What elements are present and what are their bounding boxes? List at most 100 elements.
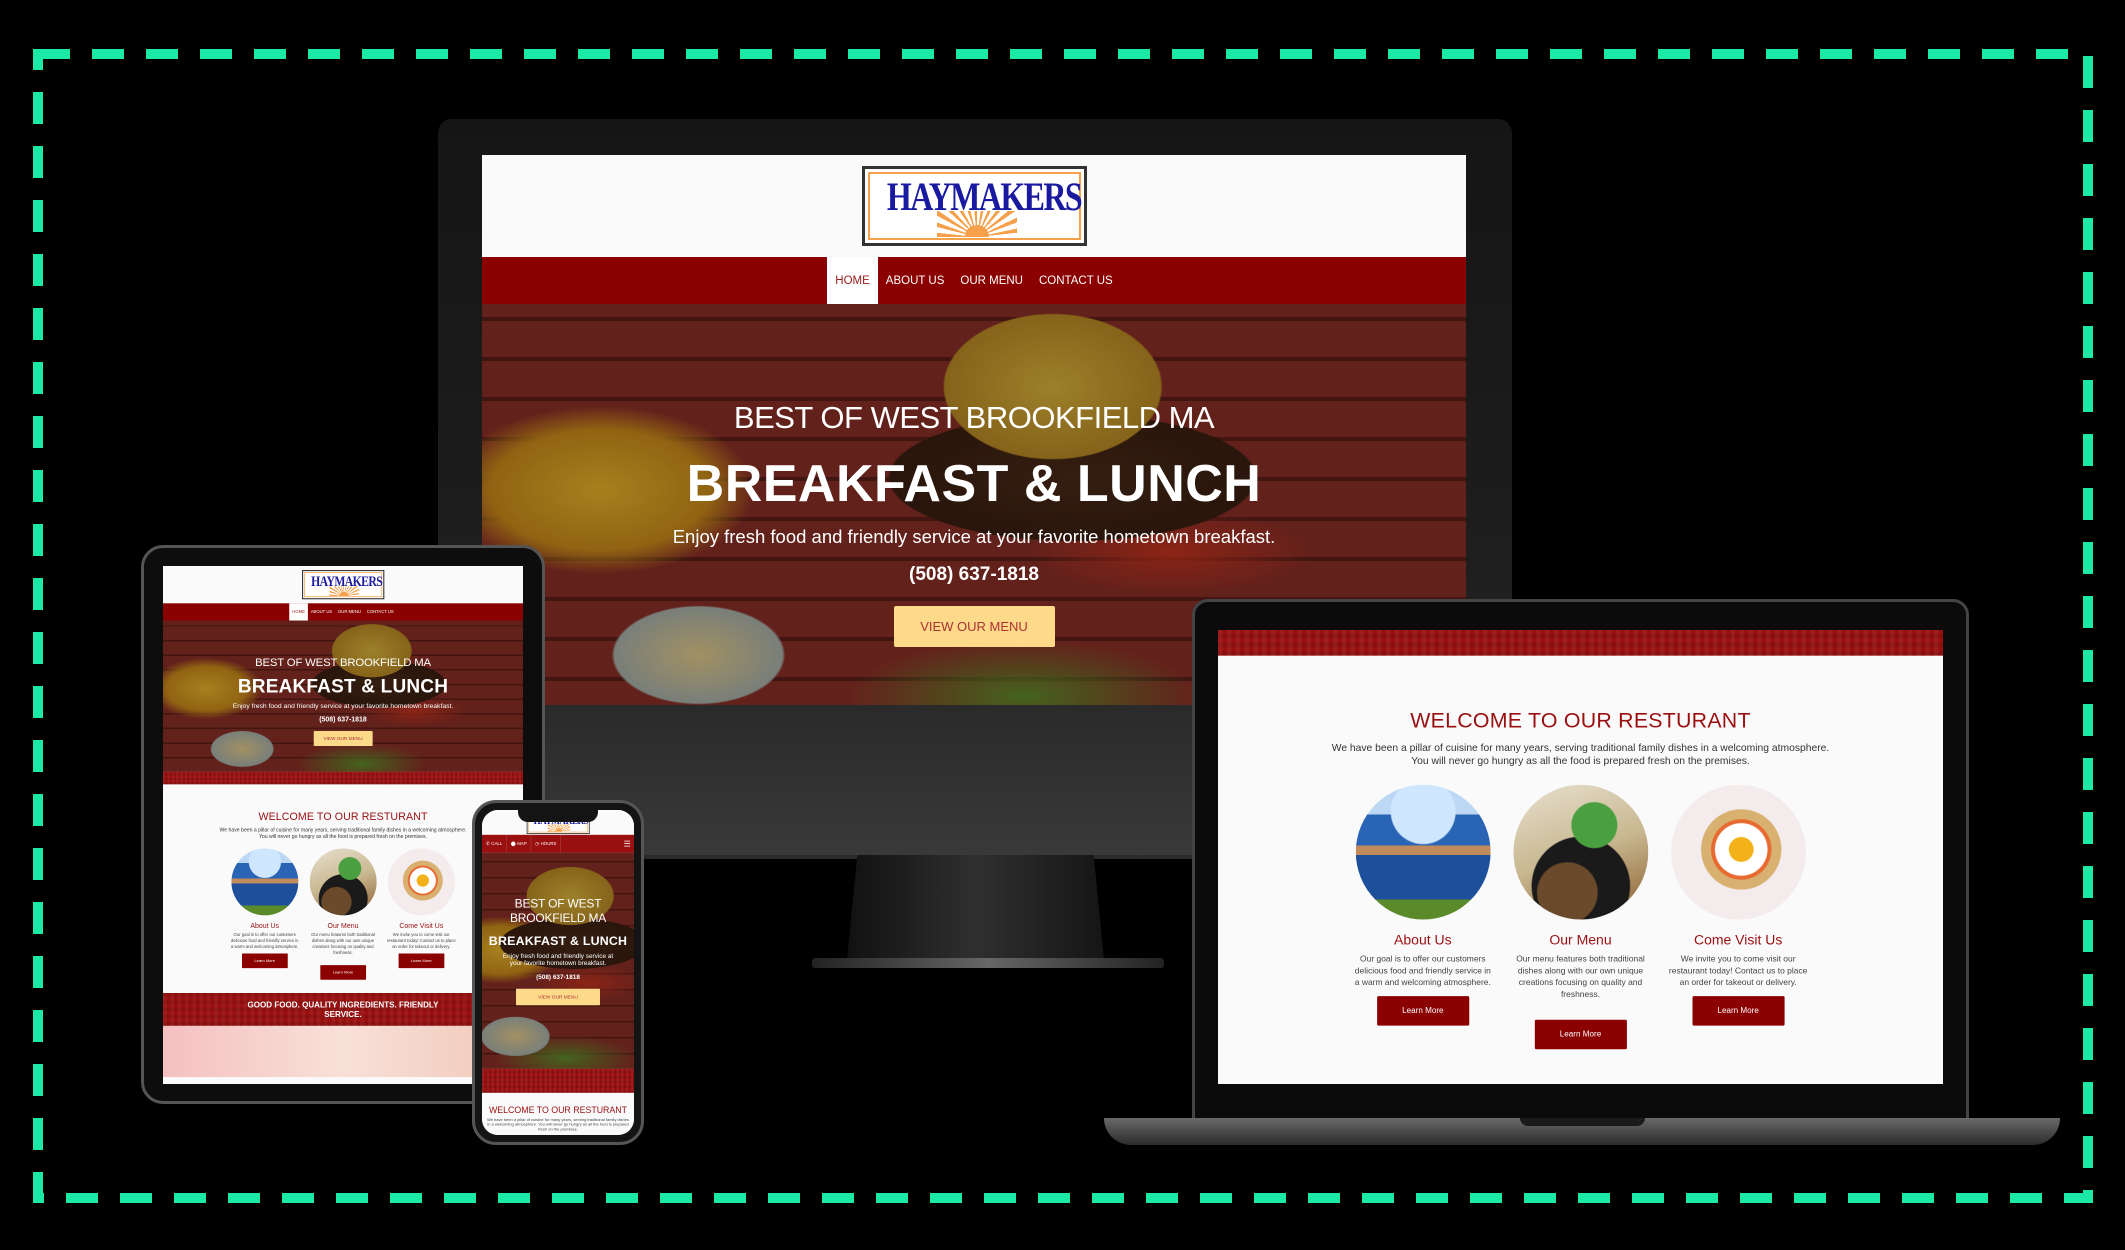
card-text: Our goal is to offer our customers delic… [1354, 954, 1491, 988]
site-header: HAYMAKERS [482, 155, 1466, 257]
card-come-visit-us: Come Visit Us We invite you to come visi… [387, 848, 457, 979]
mobile-action-bar: ✆ CALL ⬤ MAP ◷ HOURS ☰ [482, 834, 634, 853]
welcome-intro: We have been a pillar of cuisine for man… [219, 826, 467, 840]
sunburst-icon [547, 824, 570, 832]
card-text: We invite you to come visit our restaura… [386, 932, 456, 950]
welcome-title: WELCOME TO OUR RESTURANT [488, 1104, 628, 1115]
view-menu-button[interactable]: VIEW OUR MENU [893, 606, 1055, 647]
sunburst-icon [936, 211, 1017, 237]
restaurant-photo [231, 848, 299, 916]
hero-title: BREAKFAST & LUNCH [686, 455, 1262, 513]
map-pin-icon: ⬤ [510, 841, 516, 847]
monitor-stand-base [812, 958, 1164, 968]
card-about-us: About Us Our goal is to offer our custom… [230, 848, 300, 979]
card-text: Our menu features both traditional dishe… [311, 932, 375, 955]
learn-more-button[interactable]: Learn More [398, 953, 445, 969]
sunburst-icon [329, 586, 359, 596]
egg-toast-photo [387, 848, 455, 916]
desktop-website: WELCOME TO OUR RESTURANT We have been a … [1218, 630, 1943, 1076]
nav-our-menu[interactable]: OUR MENU [335, 603, 364, 620]
phone-icon: ✆ [486, 841, 490, 847]
card-title: About Us [1394, 932, 1452, 949]
welcome-intro: We have been a pillar of cuisine for man… [487, 1117, 629, 1132]
tablet-screen: HAYMAKERS HOME ABOUT US OUR MENU CONTACT… [163, 566, 523, 1084]
hours-label: HOURS [540, 841, 557, 847]
restaurant-photo [1355, 784, 1491, 920]
nav-home[interactable]: HOME [289, 603, 308, 621]
hero-kicker: BEST OF WEST BROOKFIELD MA [733, 400, 1215, 435]
hero-subtitle: Enjoy fresh food and friendly service at… [502, 952, 614, 967]
nav-our-menu[interactable]: OUR MENU [952, 257, 1031, 304]
phone-notch [518, 808, 598, 822]
view-menu-button[interactable]: VIEW OUR MENU [313, 731, 373, 746]
call-action[interactable]: ✆ CALL [482, 834, 507, 853]
nav-contact-us[interactable]: CONTACT US [364, 603, 397, 620]
call-label: CALL [491, 841, 503, 847]
learn-more-button[interactable]: Learn More [241, 953, 288, 969]
hero-section: BEST OF WEST BROOKFIELD MA BREAKFAST & L… [163, 620, 523, 772]
card-title: Our Menu [1549, 932, 1612, 949]
tagline-band: GOOD FOOD. QUALITY INGREDIENTS. FRIENDLY… [163, 993, 523, 1026]
hero-kicker: BEST OF WEST BROOKFIELD MA [255, 655, 431, 669]
egg-toast-photo [1670, 784, 1806, 920]
footer-image [163, 1025, 523, 1078]
desktop-website: HAYMAKERS HOME ABOUT US OUR MENU CONTACT… [163, 566, 523, 1078]
mobile-hero: BEST OF WEST BROOKFIELD MA BREAKFAST & L… [482, 852, 634, 1069]
feature-cards: About Us Our goal is to offer our custom… [1218, 784, 1943, 1050]
mobile-welcome: WELCOME TO OUR RESTURANT We have been a … [482, 1093, 634, 1135]
learn-more-button[interactable]: Learn More [320, 965, 366, 980]
map-action[interactable]: ⬤ MAP [507, 834, 532, 853]
hero-phone[interactable]: (508) 637-1818 [482, 974, 634, 981]
device-mockup-showcase: HAYMAKERS HOME ABOUT US OUR MENU CONTACT… [0, 0, 2125, 1250]
view-menu-button[interactable]: VIEW OUR MENU [516, 988, 600, 1006]
welcome-section: WELCOME TO OUR RESTURANT We have been a … [1218, 655, 1943, 1076]
monitor-stand [847, 855, 1104, 960]
phone-screen: HAYMAKERS ✆CALL ⬤MAP ◷HOURS ☰ BEST OF WE… [482, 810, 634, 1135]
card-text: Our goal is to offer our customers delic… [230, 932, 299, 950]
hamburger-icon[interactable]: ☰ [624, 839, 634, 849]
hero-phone[interactable]: (508) 637-1818 [482, 564, 1466, 586]
laptop-screen: WELCOME TO OUR RESTURANT We have been a … [1218, 630, 1943, 1084]
checkered-band [163, 771, 523, 785]
card-text: We invite you to come visit our restaura… [1668, 954, 1808, 988]
laptop-notch [1520, 1118, 1645, 1126]
card-title: Come Visit Us [1693, 932, 1783, 949]
card-our-menu: Our Menu Our menu features both traditio… [1511, 784, 1651, 1050]
nav-about-us[interactable]: ABOUT US [308, 603, 335, 620]
feature-cards: About Us Our goal is to offer our custom… [163, 848, 523, 980]
clock-icon: ◷ [535, 841, 540, 847]
card-come-visit-us: Come Visit Us We invite you to come visi… [1668, 784, 1808, 1050]
welcome-title: WELCOME TO OUR RESTURANT [258, 810, 428, 823]
card-our-menu: Our Menu Our menu features both traditio… [308, 848, 378, 980]
card-about-us: About Us Our goal is to offer our custom… [1353, 784, 1493, 1050]
main-nav: HOME ABOUT US OUR MENU CONTACT US [482, 257, 1466, 304]
menu-food-photo [1513, 784, 1648, 920]
learn-more-button[interactable]: Learn More [1534, 1019, 1627, 1050]
welcome-section: WELCOME TO OUR RESTURANT We have been a … [163, 784, 523, 993]
hero-phone[interactable]: (508) 637-1818 [163, 716, 523, 724]
card-text: Our menu features both traditional dishe… [1516, 954, 1645, 1000]
welcome-title: WELCOME TO OUR RESTURANT [1410, 708, 1751, 733]
haymakers-logo[interactable]: HAYMAKERS [301, 570, 385, 600]
card-title: Our Menu [327, 921, 359, 930]
card-title: About Us [250, 921, 280, 930]
card-title: Come Visit Us [399, 921, 444, 930]
welcome-intro: We have been a pillar of cuisine for man… [1331, 741, 1830, 767]
main-nav: HOME ABOUT US OUR MENU CONTACT US [163, 603, 523, 621]
hours-action[interactable]: ◷ HOURS [531, 834, 561, 853]
menu-food-photo [309, 848, 377, 916]
site-header: HAYMAKERS [163, 566, 523, 604]
hero-title: BREAKFAST & LUNCH [488, 933, 628, 948]
hero-subtitle: Enjoy fresh food and friendly service at… [232, 701, 454, 710]
learn-more-button[interactable]: Learn More [1692, 996, 1785, 1026]
hero-subtitle: Enjoy fresh food and friendly service at… [672, 526, 1276, 547]
checkered-band [1218, 630, 1943, 656]
haymakers-logo[interactable]: HAYMAKERS [861, 166, 1087, 246]
nav-home[interactable]: HOME [827, 257, 878, 304]
checkered-band [482, 1068, 634, 1093]
learn-more-button[interactable]: Learn More [1376, 996, 1469, 1026]
map-label: MAP [517, 841, 527, 847]
nav-about-us[interactable]: ABOUT US [878, 257, 953, 304]
nav-contact-us[interactable]: CONTACT US [1031, 257, 1121, 304]
hero-title: BREAKFAST & LUNCH [237, 675, 449, 697]
